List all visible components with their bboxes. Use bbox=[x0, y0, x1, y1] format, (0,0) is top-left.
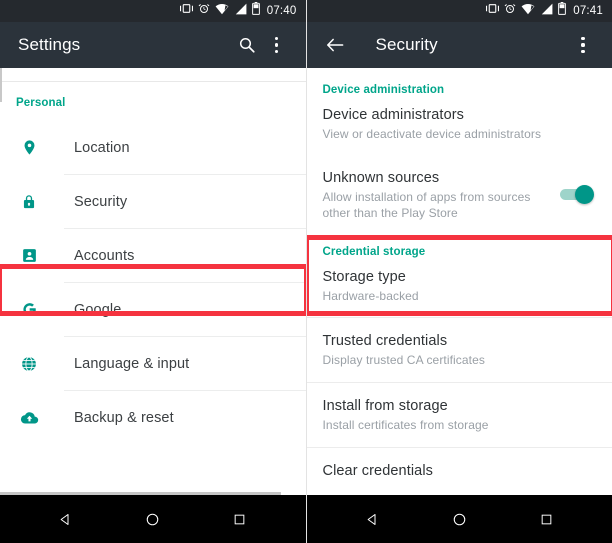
list-item-trusted-credentials[interactable]: Trusted credentials Display trusted CA c… bbox=[307, 318, 612, 382]
right-status-bar: 07:41 bbox=[306, 0, 612, 22]
page-title: Security bbox=[375, 35, 438, 54]
sidebar-item-label: Google bbox=[74, 301, 122, 318]
recents-square-icon[interactable] bbox=[526, 499, 566, 539]
left-status-bar: 07:40 bbox=[0, 0, 306, 22]
section-header-credential-storage: Credential storage bbox=[322, 246, 426, 258]
left-horizontal-scrollbar[interactable] bbox=[0, 492, 281, 495]
unknown-sources-toggle[interactable] bbox=[560, 185, 594, 204]
home-circle-icon[interactable] bbox=[133, 499, 173, 539]
right-screen-security: 07:41 Security Device administration Dev… bbox=[306, 0, 612, 543]
list-item-title: Unknown sources bbox=[322, 170, 440, 186]
list-item-subtitle: Hardware-backed bbox=[322, 289, 419, 303]
battery-icon bbox=[558, 2, 567, 20]
section-header-personal: Personal bbox=[16, 97, 66, 109]
back-triangle-icon[interactable] bbox=[352, 499, 392, 539]
left-nav-bar bbox=[0, 495, 306, 543]
sidebar-item-google[interactable]: Google bbox=[0, 283, 306, 336]
sidebar-item-label: Backup & reset bbox=[74, 409, 174, 426]
right-nav-bar bbox=[306, 495, 612, 543]
sidebar-item-label: Security bbox=[74, 193, 128, 210]
alarm-icon bbox=[504, 2, 516, 20]
list-item-subtitle: Display trusted CA certificates bbox=[322, 353, 485, 367]
list-item-text: Storage type Hardware-backed bbox=[323, 267, 597, 304]
signal-icon bbox=[540, 2, 553, 20]
left-screen-settings: 07:40 Settings Personal Location Securit… bbox=[0, 0, 307, 543]
lock-icon bbox=[16, 193, 42, 211]
signal-icon bbox=[234, 2, 247, 20]
sidebar-item-location[interactable]: Location bbox=[0, 121, 306, 174]
section-header-device-administration: Device administration bbox=[322, 84, 445, 96]
list-item-subtitle: Allow installation of apps from sources … bbox=[322, 190, 531, 220]
wifi-icon bbox=[521, 2, 535, 20]
list-item-title: Clear credentials bbox=[322, 463, 433, 479]
sidebar-item-security[interactable]: Security bbox=[0, 175, 306, 228]
left-content: Personal Location Security Accounts Goog… bbox=[0, 68, 306, 495]
toggle-thumb bbox=[575, 185, 594, 204]
list-item-text: Unknown sources Allow installation of ap… bbox=[323, 168, 549, 221]
list-item-text: Clear credentials bbox=[323, 461, 597, 481]
right-toolbar: Security bbox=[306, 22, 612, 68]
overflow-menu-icon[interactable] bbox=[568, 30, 598, 60]
vibrate-icon bbox=[179, 2, 193, 20]
list-item-subtitle: Install certificates from storage bbox=[322, 418, 489, 432]
list-item-title: Trusted credentials bbox=[322, 333, 448, 349]
recents-square-icon[interactable] bbox=[220, 499, 260, 539]
google-g-icon bbox=[16, 300, 42, 319]
list-item-title: Storage type bbox=[322, 269, 406, 285]
right-status-time: 07:41 bbox=[573, 5, 603, 17]
right-content: Device administration Device administrat… bbox=[306, 68, 612, 495]
list-item-storage-type[interactable]: Storage type Hardware-backed bbox=[307, 258, 612, 317]
back-triangle-icon[interactable] bbox=[46, 499, 86, 539]
overflow-menu-icon[interactable] bbox=[262, 30, 292, 60]
list-item-unknown-sources[interactable]: Unknown sources Allow installation of ap… bbox=[307, 154, 612, 236]
left-status-time: 07:40 bbox=[266, 5, 297, 17]
vibrate-icon bbox=[486, 2, 500, 20]
location-pin-icon bbox=[16, 139, 42, 156]
back-arrow-icon[interactable] bbox=[321, 30, 351, 60]
list-item-clear-credentials[interactable]: Clear credentials bbox=[307, 448, 612, 493]
sidebar-item-language-input[interactable]: Language & input bbox=[0, 337, 306, 390]
page-title: Settings bbox=[18, 35, 81, 54]
list-item-install-from-storage[interactable]: Install from storage Install certificate… bbox=[307, 383, 612, 447]
sidebar-item-backup-reset[interactable]: Backup & reset bbox=[0, 391, 306, 444]
account-icon bbox=[16, 247, 42, 264]
list-item-title: Device administrators bbox=[322, 107, 465, 123]
search-icon[interactable] bbox=[232, 30, 262, 60]
sidebar-item-label: Language & input bbox=[74, 355, 190, 372]
left-vertical-scrollbar[interactable] bbox=[0, 68, 2, 102]
list-item-subtitle: View or deactivate device administrators bbox=[322, 127, 542, 141]
cloud-upload-icon bbox=[16, 410, 42, 426]
sidebar-item-label: Accounts bbox=[74, 247, 135, 264]
alarm-icon bbox=[198, 2, 210, 20]
globe-icon bbox=[16, 355, 42, 373]
list-item-text: Install from storage Install certificate… bbox=[323, 396, 597, 433]
battery-icon bbox=[251, 2, 260, 20]
home-circle-icon[interactable] bbox=[439, 499, 479, 539]
sidebar-item-label: Location bbox=[74, 139, 130, 156]
dual-screenshot-composite: 07:40 Settings Personal Location Securit… bbox=[0, 0, 612, 543]
list-item-text: Device administrators View or deactivate… bbox=[323, 105, 597, 142]
left-toolbar: Settings bbox=[0, 22, 306, 68]
wifi-icon bbox=[215, 2, 229, 20]
list-item-device-administrators[interactable]: Device administrators View or deactivate… bbox=[307, 96, 612, 154]
list-item-title: Install from storage bbox=[322, 398, 448, 414]
sidebar-item-accounts[interactable]: Accounts bbox=[0, 229, 306, 282]
list-item-text: Trusted credentials Display trusted CA c… bbox=[323, 331, 597, 368]
